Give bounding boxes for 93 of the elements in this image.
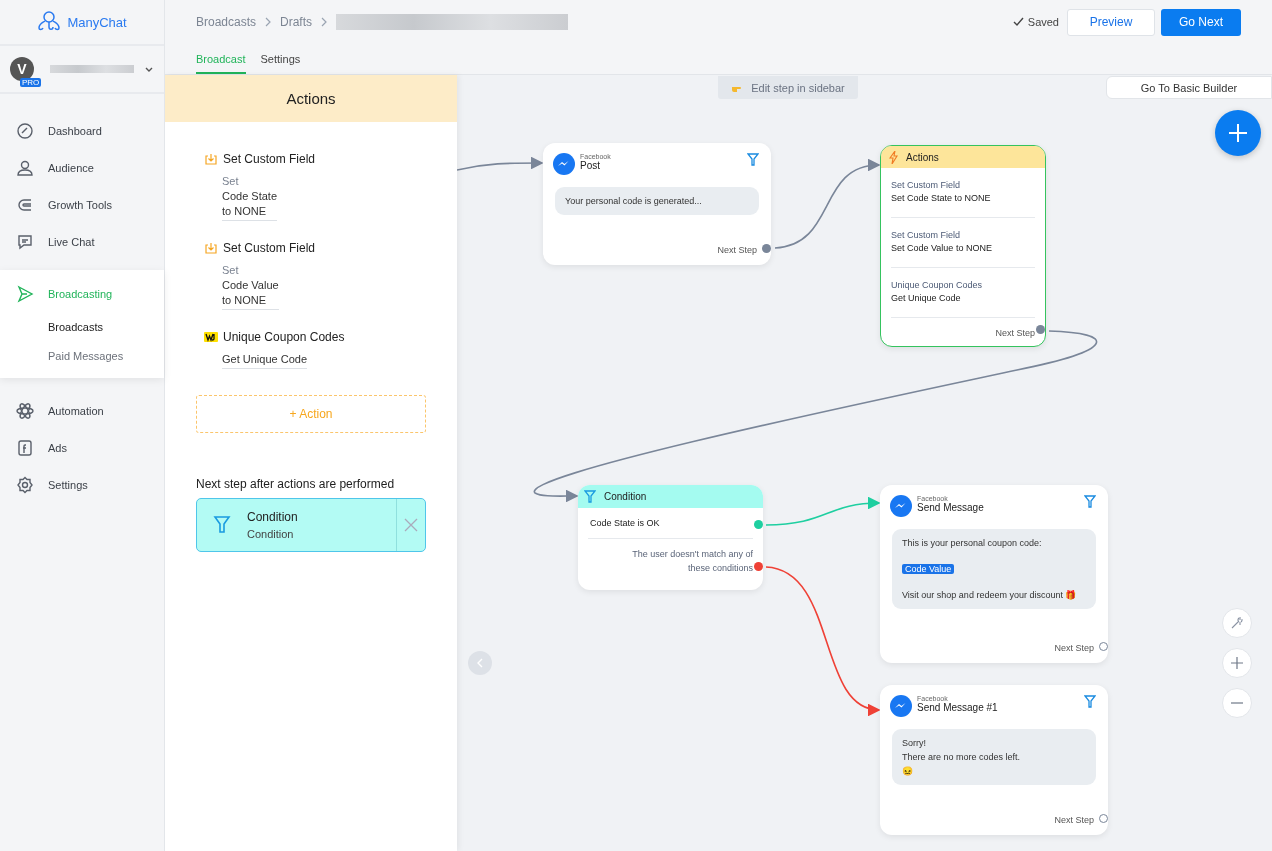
- next-step-label: Next Step: [717, 245, 757, 255]
- funnel-icon[interactable]: [1084, 695, 1096, 708]
- nav-item[interactable]: Settings: [0, 466, 164, 503]
- nav-item[interactable]: Automation: [0, 392, 164, 429]
- lightning-icon: [889, 150, 898, 164]
- message-text: Visit our shop and redeem your discount 🎁: [902, 590, 1077, 600]
- automation-icon: [16, 401, 34, 420]
- funnel-icon: [584, 490, 596, 503]
- next-step-label: Next step after actions are performed: [196, 477, 396, 491]
- output-port[interactable]: [762, 244, 771, 253]
- action-details[interactable]: Get Unique Code: [222, 352, 307, 369]
- action-title[interactable]: Unique Coupon Codes: [223, 330, 345, 344]
- next-step-label: Next Step: [1054, 815, 1094, 825]
- action-value: Set Code State to NONE: [891, 193, 992, 203]
- output-port[interactable]: [1099, 814, 1108, 823]
- nav-item[interactable]: Ads: [0, 429, 164, 466]
- plus-icon: [1228, 123, 1248, 143]
- download-tray-icon: [204, 241, 218, 255]
- tab[interactable]: Settings: [260, 44, 301, 74]
- action-title[interactable]: Set Custom Field: [223, 241, 316, 255]
- add-step-button[interactable]: [1215, 110, 1261, 156]
- download-tray-icon: [204, 152, 218, 166]
- node-title: Post: [580, 160, 601, 171]
- hint-text: Edit step in sidebar: [751, 81, 845, 94]
- plus-icon: [1231, 657, 1243, 669]
- avatar[interactable]: V: [10, 57, 34, 81]
- action-type: Set Custom Field: [891, 230, 962, 240]
- check-icon: [1012, 17, 1024, 27]
- brand-name: ManyChat: [67, 14, 127, 30]
- basic-builder-button[interactable]: Go To Basic Builder: [1106, 76, 1272, 99]
- next-step-title: Condition: [247, 510, 299, 524]
- message-text: Your personal code is generated...: [565, 196, 702, 206]
- chat-icon: [16, 232, 34, 251]
- node-title: Send Message: [917, 502, 985, 513]
- panel-header: Actions: [165, 75, 457, 122]
- chevron-right-icon: [320, 17, 329, 27]
- chevron-left-icon: [476, 658, 484, 668]
- condition-branch: Code State is OK: [590, 518, 660, 528]
- action-value: Get Unique Code: [891, 293, 962, 303]
- next-step-card[interactable]: Condition Condition: [196, 498, 426, 552]
- funnel-icon[interactable]: [1084, 495, 1096, 508]
- breadcrumb-link[interactable]: Drafts: [280, 15, 313, 29]
- output-port[interactable]: [1036, 325, 1045, 334]
- node-title: Send Message #1: [917, 702, 999, 713]
- message-text: Sorry!: [902, 738, 926, 748]
- next-step-label: Next Step: [995, 328, 1035, 338]
- action-type: Unique Coupon Codes: [891, 280, 984, 290]
- message-text: There are no more codes left.: [902, 752, 1021, 762]
- funnel-icon[interactable]: [747, 153, 759, 166]
- go-next-button[interactable]: Go Next: [1161, 8, 1241, 36]
- zoom-in-button[interactable]: [1222, 648, 1252, 678]
- action-details[interactable]: Set Code State to NONE: [222, 174, 278, 221]
- saved-status: Saved: [1027, 16, 1059, 28]
- flow-node-card[interactable]: Actions Set Custom Field Set Code State to NONE Set Custom Field Set Code Value to NONE Unique Coupon Codes Get Unique Code Next Step: [880, 145, 1046, 347]
- variable-tag: Code Value: [902, 564, 955, 574]
- action-type: Set Custom Field: [891, 180, 962, 190]
- chevron-right-icon: [264, 17, 273, 27]
- branch-port[interactable]: [754, 562, 763, 571]
- action-title[interactable]: Set Custom Field: [223, 152, 316, 166]
- pro-badge: PRO: [20, 78, 42, 87]
- action-value: Set Code Value to NONE: [891, 243, 993, 253]
- preview-button[interactable]: Preview: [1067, 8, 1155, 36]
- zoom-out-button[interactable]: [1222, 688, 1252, 718]
- output-port[interactable]: [1099, 642, 1108, 651]
- funnel-icon: [213, 515, 231, 535]
- flow-node-card[interactable]: Condition Code State is OK The user doesn't match any of these conditions: [578, 485, 763, 590]
- audience-icon: [16, 158, 34, 177]
- messenger-icon: [553, 153, 575, 175]
- breadcrumb-link[interactable]: Broadcasts: [196, 15, 257, 29]
- nav-item[interactable]: Live Chat: [0, 223, 164, 260]
- nav-item[interactable]: Dashboard: [0, 112, 164, 149]
- branch-port[interactable]: [754, 520, 763, 529]
- action-details[interactable]: Set Code Value to NONE: [222, 263, 279, 310]
- message-text: 😖: [902, 766, 913, 776]
- nav-subitem[interactable]: Broadcasts: [0, 312, 164, 341]
- node-title: Condition: [604, 491, 647, 502]
- node-title: Actions: [906, 151, 939, 163]
- messenger-icon: [890, 695, 912, 717]
- nav-subitem[interactable]: Paid Messages: [0, 341, 164, 370]
- coupon-logo-icon: [204, 332, 218, 342]
- magic-wand-icon: [1230, 616, 1244, 630]
- nav-item[interactable]: Audience: [0, 149, 164, 186]
- settings-icon: [16, 475, 34, 494]
- close-icon[interactable]: [404, 518, 418, 532]
- dashboard-icon: [16, 121, 34, 140]
- next-step-subtitle: Condition: [247, 528, 295, 540]
- nav-item[interactable]: Growth Tools: [0, 186, 164, 223]
- ads-icon: [16, 438, 34, 457]
- messenger-icon: [890, 495, 912, 517]
- next-step-label: Next Step: [1054, 643, 1094, 653]
- broadcast-icon: [16, 285, 34, 303]
- message-text: This is your personal coupon code:: [902, 538, 1042, 548]
- condition-branch: The user doesn't match any of these conditions: [632, 549, 753, 573]
